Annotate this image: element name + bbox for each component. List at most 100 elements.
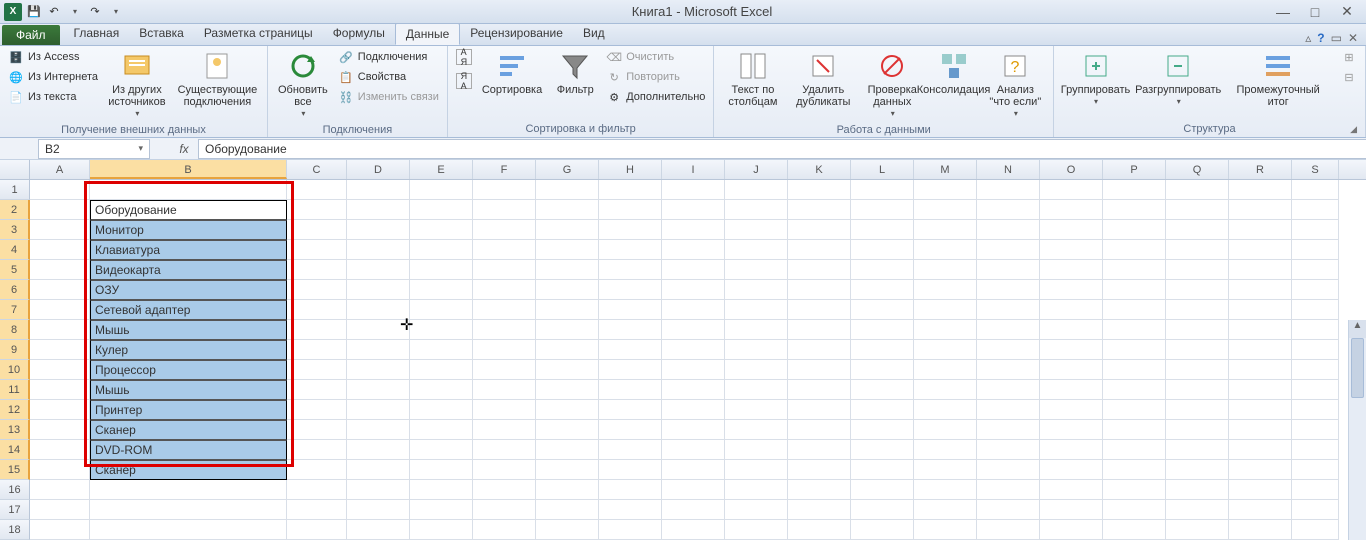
cell-K8[interactable] xyxy=(788,320,851,340)
cell-A14[interactable] xyxy=(30,440,90,460)
column-header-B[interactable]: B xyxy=(90,160,287,179)
cell-R10[interactable] xyxy=(1229,360,1292,380)
cell-S7[interactable] xyxy=(1292,300,1339,320)
column-header-L[interactable]: L xyxy=(851,160,914,179)
cell-I8[interactable] xyxy=(662,320,725,340)
cell-P16[interactable] xyxy=(1103,480,1166,500)
cell-J14[interactable] xyxy=(725,440,788,460)
cell-D1[interactable] xyxy=(347,180,410,200)
cell-D18[interactable] xyxy=(347,520,410,540)
filter-button[interactable]: Фильтр xyxy=(550,48,600,98)
cell-F8[interactable] xyxy=(473,320,536,340)
cell-B15[interactable]: Сканер xyxy=(90,460,287,480)
cell-M15[interactable] xyxy=(914,460,977,480)
cell-H5[interactable] xyxy=(599,260,662,280)
cell-R13[interactable] xyxy=(1229,420,1292,440)
row-header-4[interactable]: 4 xyxy=(0,240,30,260)
cell-O9[interactable] xyxy=(1040,340,1103,360)
cell-D3[interactable] xyxy=(347,220,410,240)
column-header-K[interactable]: K xyxy=(788,160,851,179)
cell-C13[interactable] xyxy=(287,420,347,440)
cell-C4[interactable] xyxy=(287,240,347,260)
cell-I6[interactable] xyxy=(662,280,725,300)
cell-C1[interactable] xyxy=(287,180,347,200)
cell-N12[interactable] xyxy=(977,400,1040,420)
cell-O10[interactable] xyxy=(1040,360,1103,380)
cell-C9[interactable] xyxy=(287,340,347,360)
cell-K10[interactable] xyxy=(788,360,851,380)
cell-J1[interactable] xyxy=(725,180,788,200)
cell-N17[interactable] xyxy=(977,500,1040,520)
cell-Q16[interactable] xyxy=(1166,480,1229,500)
cell-D8[interactable] xyxy=(347,320,410,340)
column-header-R[interactable]: R xyxy=(1229,160,1292,179)
cell-K15[interactable] xyxy=(788,460,851,480)
scroll-up-icon[interactable]: ▲ xyxy=(1349,320,1366,338)
cell-R7[interactable] xyxy=(1229,300,1292,320)
cell-D4[interactable] xyxy=(347,240,410,260)
cell-H10[interactable] xyxy=(599,360,662,380)
cell-N9[interactable] xyxy=(977,340,1040,360)
cell-A1[interactable] xyxy=(30,180,90,200)
cell-A5[interactable] xyxy=(30,260,90,280)
cell-E9[interactable] xyxy=(410,340,473,360)
cell-E16[interactable] xyxy=(410,480,473,500)
cell-R15[interactable] xyxy=(1229,460,1292,480)
cell-J15[interactable] xyxy=(725,460,788,480)
select-all-corner[interactable] xyxy=(0,160,30,179)
cell-S4[interactable] xyxy=(1292,240,1339,260)
data-validation-button[interactable]: Проверка данных▾ xyxy=(861,48,923,122)
cell-Q10[interactable] xyxy=(1166,360,1229,380)
cell-M18[interactable] xyxy=(914,520,977,540)
cell-I17[interactable] xyxy=(662,500,725,520)
cell-N15[interactable] xyxy=(977,460,1040,480)
cell-F2[interactable] xyxy=(473,200,536,220)
cell-F15[interactable] xyxy=(473,460,536,480)
cell-J6[interactable] xyxy=(725,280,788,300)
cell-M17[interactable] xyxy=(914,500,977,520)
cell-A10[interactable] xyxy=(30,360,90,380)
cell-B13[interactable]: Сканер xyxy=(90,420,287,440)
cell-J12[interactable] xyxy=(725,400,788,420)
cell-N4[interactable] xyxy=(977,240,1040,260)
save-icon[interactable]: 💾 xyxy=(26,4,42,20)
cell-G7[interactable] xyxy=(536,300,599,320)
row-header-7[interactable]: 7 xyxy=(0,300,30,320)
group-button[interactable]: Группировать▾ xyxy=(1060,48,1131,110)
cell-F16[interactable] xyxy=(473,480,536,500)
cell-P9[interactable] xyxy=(1103,340,1166,360)
cell-L8[interactable] xyxy=(851,320,914,340)
cell-M7[interactable] xyxy=(914,300,977,320)
cell-J4[interactable] xyxy=(725,240,788,260)
cell-C3[interactable] xyxy=(287,220,347,240)
cell-S3[interactable] xyxy=(1292,220,1339,240)
cell-Q4[interactable] xyxy=(1166,240,1229,260)
cell-J13[interactable] xyxy=(725,420,788,440)
cell-C7[interactable] xyxy=(287,300,347,320)
cell-S9[interactable] xyxy=(1292,340,1339,360)
cell-Q2[interactable] xyxy=(1166,200,1229,220)
cell-R5[interactable] xyxy=(1229,260,1292,280)
fx-button[interactable]: fx xyxy=(170,142,198,156)
remove-duplicates-button[interactable]: Удалить дубликаты xyxy=(789,48,857,110)
cell-E5[interactable] xyxy=(410,260,473,280)
cell-S5[interactable] xyxy=(1292,260,1339,280)
cell-E3[interactable] xyxy=(410,220,473,240)
cell-G6[interactable] xyxy=(536,280,599,300)
cell-P4[interactable] xyxy=(1103,240,1166,260)
cell-I9[interactable] xyxy=(662,340,725,360)
cell-K17[interactable] xyxy=(788,500,851,520)
subtotal-button[interactable]: Промежуточный итог xyxy=(1225,48,1331,110)
cell-R17[interactable] xyxy=(1229,500,1292,520)
column-header-H[interactable]: H xyxy=(599,160,662,179)
cell-K9[interactable] xyxy=(788,340,851,360)
sort-az-button[interactable]: АЯ xyxy=(454,48,474,66)
cell-C15[interactable] xyxy=(287,460,347,480)
cell-D2[interactable] xyxy=(347,200,410,220)
cell-D15[interactable] xyxy=(347,460,410,480)
cell-A15[interactable] xyxy=(30,460,90,480)
cell-P6[interactable] xyxy=(1103,280,1166,300)
cell-I15[interactable] xyxy=(662,460,725,480)
cell-G8[interactable] xyxy=(536,320,599,340)
row-header-11[interactable]: 11 xyxy=(0,380,30,400)
